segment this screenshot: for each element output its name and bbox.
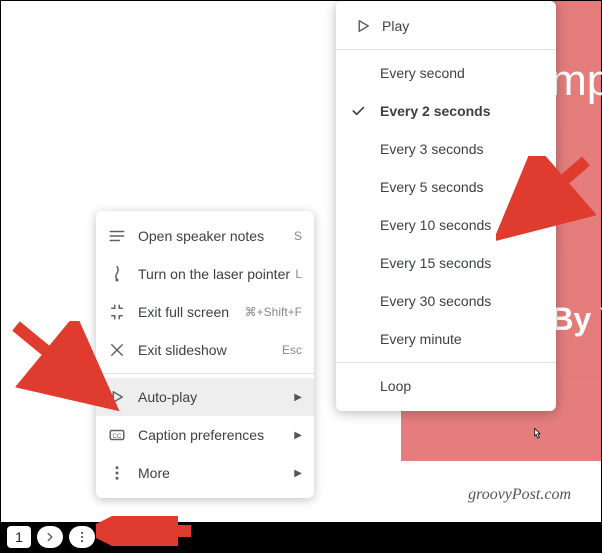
menu-item-more[interactable]: More ▶ (96, 454, 314, 492)
submenu-arrow-icon: ▶ (294, 468, 302, 479)
menu-label: More (138, 465, 170, 481)
menu-separator (336, 49, 556, 50)
menu-separator (96, 373, 314, 374)
pointer-cursor-icon (528, 427, 546, 445)
submenu-label: Loop (380, 378, 411, 394)
submenu-label: Every 10 seconds (380, 217, 491, 233)
watermark: groovyPost.com (468, 486, 571, 504)
close-icon (108, 341, 126, 359)
menu-shortcut: ⌘+Shift+F (245, 305, 302, 319)
submenu-label: Every 30 seconds (380, 293, 491, 309)
submenu-label: Every 5 seconds (380, 179, 484, 195)
submenu-label: Every second (380, 65, 465, 81)
menu-label: Exit full screen (138, 304, 229, 320)
submenu-item-every-10-seconds[interactable]: Every 10 seconds (336, 206, 556, 244)
menu-separator (336, 362, 556, 363)
next-slide-button[interactable] (37, 526, 63, 548)
submenu-label: Every 15 seconds (380, 255, 491, 271)
options-menu: Open speaker notes S Turn on the laser p… (96, 211, 314, 498)
menu-item-exit-fullscreen[interactable]: Exit full screen ⌘+Shift+F (96, 293, 314, 331)
submenu-label: Every 2 seconds (380, 103, 491, 119)
notes-icon (108, 227, 126, 245)
submenu-item-every-15-seconds[interactable]: Every 15 seconds (336, 244, 556, 282)
submenu-label: Every minute (380, 331, 462, 347)
menu-label: Open speaker notes (138, 228, 264, 244)
menu-item-speaker-notes[interactable]: Open speaker notes S (96, 217, 314, 255)
menu-item-exit-slideshow[interactable]: Exit slideshow Esc (96, 331, 314, 369)
autoplay-submenu: Play Every second Every 2 seconds Every … (336, 1, 556, 411)
submenu-item-every-3-seconds[interactable]: Every 3 seconds (336, 130, 556, 168)
submenu-item-loop[interactable]: Loop (336, 367, 556, 405)
slide-subtitle: By Y (550, 301, 602, 338)
svg-text:CC: CC (113, 434, 122, 440)
menu-label: Turn on the laser pointer (138, 266, 290, 282)
submenu-label: Play (382, 18, 409, 34)
submenu-item-every-5-seconds[interactable]: Every 5 seconds (336, 168, 556, 206)
slide-number[interactable]: 1 (7, 526, 31, 548)
check-icon (350, 103, 366, 119)
menu-shortcut: L (295, 267, 302, 281)
menu-item-captions[interactable]: CC Caption preferences ▶ (96, 416, 314, 454)
presentation-toolbar: 1 (1, 522, 601, 552)
submenu-item-every-minute[interactable]: Every minute (336, 320, 556, 358)
menu-label: Caption preferences (138, 427, 264, 443)
menu-item-autoplay[interactable]: Auto-play ▶ (96, 378, 314, 416)
menu-label: Exit slideshow (138, 342, 227, 358)
submenu-item-play[interactable]: Play (336, 7, 556, 45)
submenu-label: Every 3 seconds (380, 141, 484, 157)
laser-icon (108, 265, 126, 283)
slide-number-value: 1 (15, 529, 23, 545)
menu-shortcut: S (294, 229, 302, 243)
captions-icon: CC (108, 426, 126, 444)
submenu-arrow-icon: ▶ (294, 392, 302, 403)
submenu-item-every-second[interactable]: Every second (336, 54, 556, 92)
menu-label: Auto-play (138, 389, 197, 405)
play-icon (108, 388, 126, 406)
exit-fullscreen-icon (108, 303, 126, 321)
menu-item-laser[interactable]: Turn on the laser pointer L (96, 255, 314, 293)
options-button[interactable] (69, 526, 95, 548)
submenu-item-every-2-seconds[interactable]: Every 2 seconds (336, 92, 556, 130)
menu-shortcut: Esc (282, 343, 302, 357)
play-icon (354, 17, 372, 35)
submenu-item-every-30-seconds[interactable]: Every 30 seconds (336, 282, 556, 320)
more-icon (108, 464, 126, 482)
submenu-arrow-icon: ▶ (294, 430, 302, 441)
